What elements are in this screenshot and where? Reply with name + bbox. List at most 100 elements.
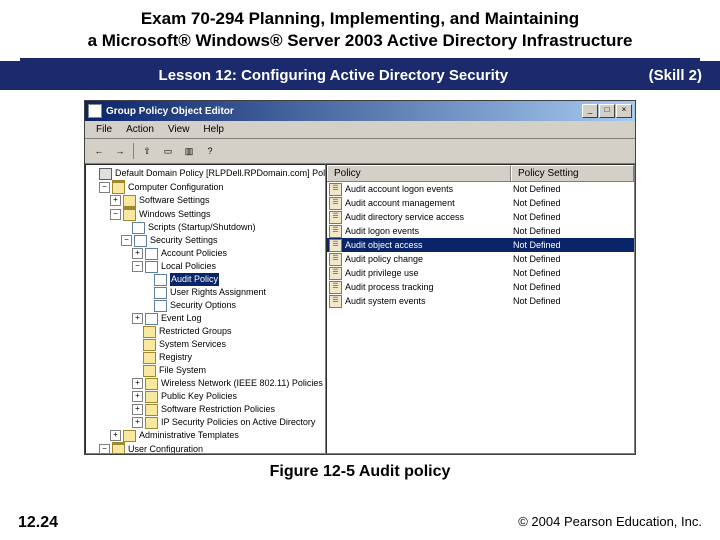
menu-view[interactable]: View	[161, 123, 197, 136]
menu-file[interactable]: File	[89, 123, 119, 136]
expand-toggle[interactable]: −	[132, 261, 143, 272]
policy-row[interactable]: ☰Audit account managementNot Defined	[327, 196, 634, 210]
forward-button[interactable]: →	[110, 141, 130, 161]
menu-help[interactable]: Help	[196, 123, 231, 136]
lesson-label: Lesson 12: Configuring Active Directory …	[18, 67, 649, 84]
policy-setting: Not Defined	[513, 196, 632, 210]
maximize-button[interactable]: □	[599, 104, 615, 118]
tree-scripts[interactable]: Scripts (Startup/Shutdown)	[88, 221, 323, 234]
tree-security-settings[interactable]: − Security Settings	[88, 234, 323, 247]
column-policy[interactable]: Policy	[327, 165, 511, 181]
show-hide-tree-button[interactable]: ▭	[158, 141, 178, 161]
tree-pane[interactable]: Default Domain Policy [RLPDell.RPDomain.…	[85, 164, 326, 454]
export-list-button[interactable]: ▥	[179, 141, 199, 161]
tree-icon	[145, 404, 158, 416]
tree-label: Local Policies	[161, 260, 216, 273]
policy-row[interactable]: ☰Audit privilege useNot Defined	[327, 266, 634, 280]
policy-row[interactable]: ☰Audit policy changeNot Defined	[327, 252, 634, 266]
tree-audit-policy[interactable]: Audit Policy	[88, 273, 323, 286]
tree-user-config[interactable]: −User Configuration	[88, 442, 323, 454]
policy-list-pane[interactable]: Policy Policy Setting ☰Audit account log…	[326, 164, 635, 454]
expand-toggle[interactable]: +	[132, 378, 143, 389]
column-setting[interactable]: Policy Setting	[511, 165, 634, 181]
tree-windows-settings[interactable]: −Windows Settings	[88, 207, 323, 221]
policy-name: Audit account logon events	[345, 182, 513, 196]
policy-name: Audit process tracking	[345, 280, 513, 294]
window-titlebar[interactable]: Group Policy Object Editor _ □ ×	[85, 101, 635, 121]
title-line-2: a Microsoft® Windows® Server 2003 Active…	[20, 30, 700, 52]
tree-icon	[112, 180, 125, 194]
tree-event-log[interactable]: +Event Log	[88, 312, 323, 325]
expand-toggle[interactable]: +	[132, 391, 143, 402]
expand-toggle[interactable]: −	[110, 209, 121, 220]
policy-icon: ☰	[329, 225, 342, 238]
expand-toggle[interactable]: −	[99, 182, 110, 193]
tree-software-settings[interactable]: +Software Settings	[88, 194, 323, 207]
tree-admin-templates[interactable]: +Administrative Templates	[88, 429, 323, 442]
figure-caption: Figure 12-5 Audit policy	[0, 459, 720, 483]
policy-list-body: ☰Audit account logon eventsNot Defined☰A…	[327, 182, 634, 453]
policy-row[interactable]: ☰Audit account logon eventsNot Defined	[327, 182, 634, 196]
tree-label: System Services	[159, 338, 226, 351]
tree-software-restriction[interactable]: +Software Restriction Policies	[88, 403, 323, 416]
help-button[interactable]: ?	[200, 141, 220, 161]
tree-icon	[123, 207, 136, 221]
expand-toggle[interactable]: −	[121, 235, 132, 246]
expand-toggle[interactable]: −	[99, 444, 110, 455]
expand-toggle[interactable]: +	[110, 430, 121, 441]
tree-public-key[interactable]: +Public Key Policies	[88, 390, 323, 403]
policy-row[interactable]: ☰Audit logon eventsNot Defined	[327, 224, 634, 238]
toolbar: ← → ⇧ ▭ ▥ ?	[85, 139, 635, 164]
tree-icon	[145, 261, 158, 273]
tree-account-policies[interactable]: + Account Policies	[88, 247, 323, 260]
tree-wireless[interactable]: +Wireless Network (IEEE 802.11) Policies	[88, 377, 323, 390]
slide-title: Exam 70-294 Planning, Implementing, and …	[0, 0, 720, 56]
tree-label: Audit Policy	[170, 273, 219, 286]
tree-root[interactable]: Default Domain Policy [RLPDell.RPDomain.…	[88, 167, 323, 180]
expand-toggle[interactable]: +	[132, 417, 143, 428]
tree-ipsec[interactable]: +IP Security Policies on Active Director…	[88, 416, 323, 429]
back-button[interactable]: ←	[89, 141, 109, 161]
tree-label: Account Policies	[161, 247, 227, 260]
policy-setting: Not Defined	[513, 182, 632, 196]
policy-row[interactable]: ☰Audit system eventsNot Defined	[327, 294, 634, 308]
copyright: © 2004 Pearson Education, Inc.	[518, 514, 702, 532]
list-header: Policy Policy Setting	[327, 165, 634, 182]
tree-registry[interactable]: Registry	[88, 351, 323, 364]
tree-label: Scripts (Startup/Shutdown)	[148, 221, 256, 234]
policy-row[interactable]: ☰Audit process trackingNot Defined	[327, 280, 634, 294]
tree-icon	[143, 352, 156, 364]
policy-name: Audit directory service access	[345, 210, 513, 224]
policy-icon: ☰	[329, 295, 342, 308]
minimize-button[interactable]: _	[582, 104, 598, 118]
tree-icon	[143, 339, 156, 351]
tree-security-options[interactable]: Security Options	[88, 299, 323, 312]
tree-icon	[99, 168, 112, 180]
tree-icon	[143, 365, 156, 377]
tree-local-policies[interactable]: − Local Policies	[88, 260, 323, 273]
policy-row[interactable]: ☰Audit object accessNot Defined	[327, 238, 634, 252]
menu-action[interactable]: Action	[119, 123, 161, 136]
tree-user-rights[interactable]: User Rights Assignment	[88, 286, 323, 299]
tree-icon	[154, 287, 167, 299]
policy-row[interactable]: ☰Audit directory service accessNot Defin…	[327, 210, 634, 224]
expand-toggle[interactable]: +	[132, 248, 143, 259]
tree-label: Registry	[159, 351, 192, 364]
tree-icon	[123, 430, 136, 442]
expand-toggle[interactable]: +	[132, 404, 143, 415]
close-button[interactable]: ×	[616, 104, 632, 118]
policy-setting: Not Defined	[513, 252, 632, 266]
tree-label: Security Settings	[150, 234, 218, 247]
tree-system-services[interactable]: System Services	[88, 338, 323, 351]
up-button[interactable]: ⇧	[137, 141, 157, 161]
tree-file-system[interactable]: File System	[88, 364, 323, 377]
toolbar-separator	[133, 143, 134, 159]
tree-restricted-groups[interactable]: Restricted Groups	[88, 325, 323, 338]
tree-label: Computer Configuration	[128, 181, 224, 194]
expand-toggle[interactable]: +	[110, 195, 121, 206]
tree-label: File System	[159, 364, 206, 377]
tree-label: Default Domain Policy [RLPDell.RPDomain.…	[115, 167, 326, 180]
expand-toggle[interactable]: +	[132, 313, 143, 324]
slide-footer: 12.24 © 2004 Pearson Education, Inc.	[0, 514, 720, 532]
tree-computer-config[interactable]: − Computer Configuration	[88, 180, 323, 194]
